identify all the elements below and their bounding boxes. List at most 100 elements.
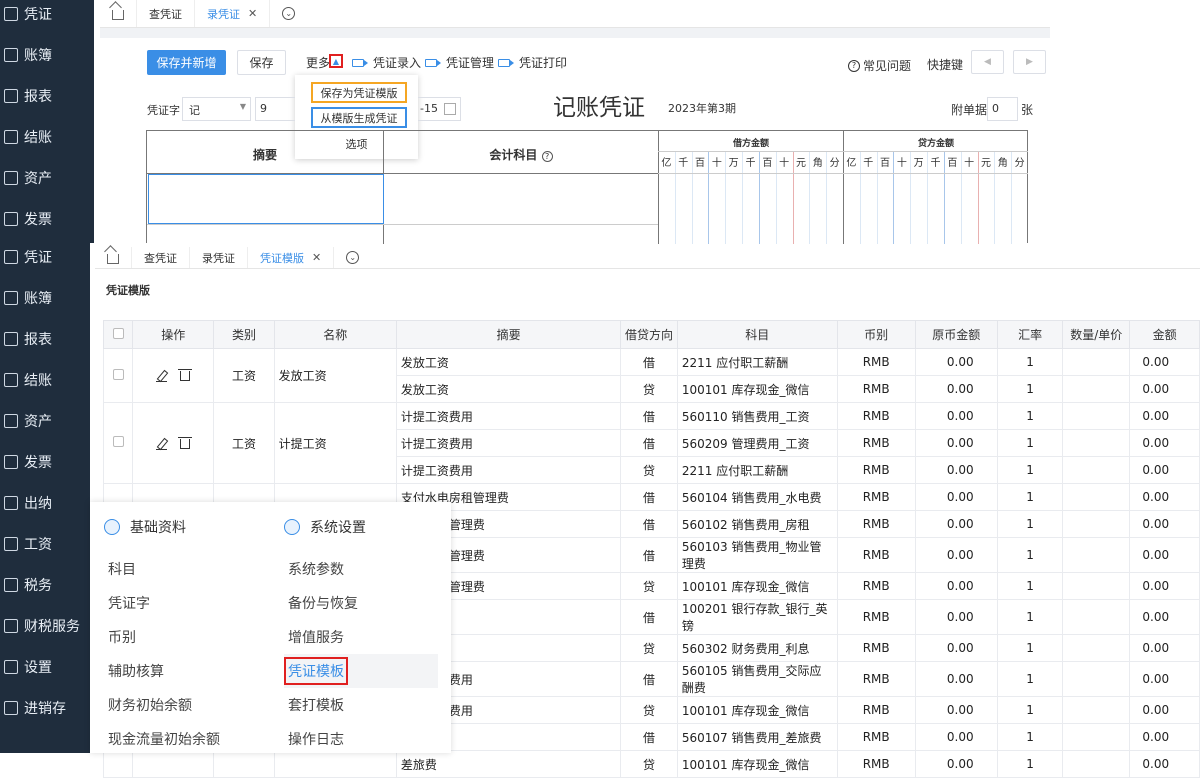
menu-item-basic-0[interactable]: 科目 xyxy=(104,552,259,586)
tab-enter-voucher[interactable]: 录凭证 ✕ xyxy=(195,0,271,27)
table-cell: 0.00 xyxy=(1129,661,1200,697)
nav-item-4[interactable]: 资产 xyxy=(0,157,94,198)
menu-item-system-5[interactable]: 操作日志 xyxy=(284,722,438,756)
tab-voucher-template[interactable]: 凭证模版 ✕ xyxy=(248,247,335,268)
voucher-print-link[interactable]: 凭证打印 xyxy=(498,54,567,71)
nav-item-0[interactable]: 凭证 xyxy=(0,236,90,277)
menu-item-basic-2[interactable]: 币别 xyxy=(104,620,259,654)
close-icon[interactable]: ✕ xyxy=(312,251,321,264)
menu-item-basic-3[interactable]: 辅助核算 xyxy=(104,654,259,688)
nav-item-11[interactable]: 进销存 xyxy=(0,687,90,728)
save-as-template-item[interactable]: 保存为凭证模版 xyxy=(311,82,407,103)
row-select[interactable] xyxy=(102,348,134,403)
menu-item-system-3[interactable]: 凭证模板 xyxy=(284,654,438,688)
more-button[interactable]: 更多 xyxy=(306,54,330,71)
nav-item-6[interactable]: 出纳 xyxy=(0,482,90,523)
checkbox[interactable] xyxy=(112,368,124,380)
table-row[interactable]: 差旅费贷 100101 库存现金_微信 RMB 0.00 1 0.00 xyxy=(102,750,1200,778)
select-all-header[interactable] xyxy=(102,320,134,349)
nav-item-0[interactable]: 凭证 xyxy=(0,0,94,34)
home-tab[interactable] xyxy=(100,0,137,27)
voucher-manage-link[interactable]: 凭证管理 xyxy=(425,54,494,71)
table-cell: 0.00 xyxy=(914,750,998,778)
voucher-word-select[interactable]: 记 ▼ xyxy=(182,97,251,121)
nav-item-1[interactable]: 账簿 xyxy=(0,277,90,318)
attachments-input[interactable]: 0 xyxy=(987,97,1018,121)
tabs-more[interactable]: ⌄ xyxy=(270,0,307,27)
voucher-number-input[interactable]: 9 xyxy=(255,97,295,121)
table-cell: 0.00 xyxy=(1129,599,1200,635)
row-actions xyxy=(132,402,215,484)
top-tab-bar: 查凭证 录凭证 ✕ ⌄ xyxy=(100,0,1050,28)
shortcut-link[interactable]: 快捷键 xyxy=(927,56,963,73)
checkbox[interactable] xyxy=(112,436,124,447)
table-cell: 2211 应付职工薪酬 xyxy=(676,348,838,376)
next-button[interactable]: ▶ xyxy=(1013,50,1046,74)
menu-item-label: 备份与恢复 xyxy=(288,596,358,612)
table-cell: 借 xyxy=(620,661,678,697)
table-cell: 1 xyxy=(996,348,1064,376)
table-cell xyxy=(1062,599,1131,635)
nav-item-2[interactable]: 报表 xyxy=(0,75,94,116)
attachments-label: 附单据 xyxy=(951,103,988,117)
table-cell: 0.00 xyxy=(914,456,998,484)
tab-query-voucher[interactable]: 查凭证 xyxy=(132,247,190,268)
edit-icon[interactable] xyxy=(156,370,168,382)
row-select[interactable] xyxy=(102,402,134,484)
save-and-new-button[interactable]: 保存并新增 xyxy=(147,50,226,75)
digit-header: 百 xyxy=(947,158,958,169)
credit-header: 贷方金额 xyxy=(917,139,954,149)
save-button[interactable]: 保存 xyxy=(237,50,286,75)
table-cell: 0.00 xyxy=(914,537,998,573)
nav-icon xyxy=(4,413,18,428)
nav-item-5[interactable]: 发票 xyxy=(0,441,90,482)
nav-item-4[interactable]: 资产 xyxy=(0,400,90,441)
menu-item-basic-4[interactable]: 财务初始余额 xyxy=(104,688,259,722)
menu-item-system-1[interactable]: 备份与恢复 xyxy=(284,586,438,620)
column-header: 数量/单价 xyxy=(1062,320,1131,349)
nav-item-2[interactable]: 报表 xyxy=(0,318,90,359)
checkbox[interactable] xyxy=(112,327,124,339)
nav-item-3[interactable]: 结账 xyxy=(0,359,90,400)
trash-icon[interactable] xyxy=(178,369,193,381)
more-dropdown-toggle[interactable]: ▲ xyxy=(329,54,343,68)
menu-item-system-4[interactable]: 套打模板 xyxy=(284,688,438,722)
tab-enter-voucher[interactable]: 录凭证 xyxy=(190,247,248,268)
nav-item-5[interactable]: 发票 xyxy=(0,198,94,239)
nav-label: 财税服务 xyxy=(24,618,80,635)
nav-item-1[interactable]: 账簿 xyxy=(0,34,94,75)
faq-link[interactable]: ? 常见问题 xyxy=(848,57,911,74)
nav-item-8[interactable]: 税务 xyxy=(0,564,90,605)
prev-button[interactable]: ◀ xyxy=(971,50,1004,74)
table-cell xyxy=(1062,483,1131,511)
table-row[interactable]: 工资 发放工资 发放工资借 2211 应付职工薪酬 RMB 0.00 1 0.00 xyxy=(102,348,1200,403)
close-icon[interactable]: ✕ xyxy=(248,7,257,20)
nav-item-7[interactable]: 工资 xyxy=(0,523,90,564)
table-row[interactable]: 工资 计提工资 计提工资费用借 560110 销售费用_工资 RMB 0.00 1 0.00 xyxy=(102,402,1200,484)
nav-item-9[interactable]: 财税服务 xyxy=(0,605,90,646)
table-cell: RMB xyxy=(836,750,916,778)
table-cell xyxy=(1062,750,1131,778)
tab-query-voucher[interactable]: 查凭证 xyxy=(137,0,195,27)
nav-item-10[interactable]: 设置 xyxy=(0,646,90,687)
nav-icon xyxy=(4,88,18,103)
voucher-entry-link[interactable]: 凭证录入 xyxy=(352,54,421,71)
edit-icon[interactable] xyxy=(156,438,168,450)
voucher-date-input[interactable]: -15 xyxy=(418,97,461,121)
home-tab[interactable] xyxy=(95,247,132,268)
menu-item-system-0[interactable]: 系统参数 xyxy=(284,552,438,586)
trash-icon[interactable] xyxy=(178,436,193,449)
from-template-item[interactable]: 从模版生成凭证 xyxy=(311,107,407,128)
nav-label: 设置 xyxy=(24,659,52,676)
nav-icon xyxy=(4,47,18,62)
menu-item-basic-1[interactable]: 凭证字 xyxy=(104,586,259,620)
table-cell: RMB xyxy=(836,537,916,573)
summary-cell-input[interactable] xyxy=(148,174,384,224)
menu-item-basic-5[interactable]: 现金流量初始余额 xyxy=(104,722,259,756)
nav-item-3[interactable]: 结账 xyxy=(0,116,94,157)
tabs-more[interactable]: ⌄ xyxy=(334,247,371,268)
number-value: 9 xyxy=(260,102,267,115)
date-value: -15 xyxy=(420,102,438,115)
menu-item-system-2[interactable]: 增值服务 xyxy=(284,620,438,654)
digit-header: 元 xyxy=(795,158,806,169)
